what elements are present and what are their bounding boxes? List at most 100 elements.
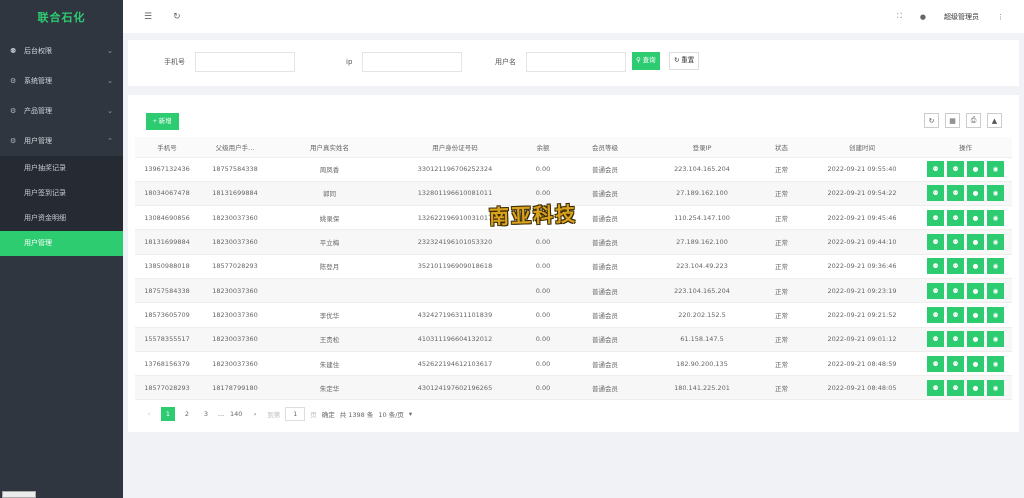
column-header[interactable]: 父级用户手... xyxy=(199,137,271,158)
table-row: 18757584338 18230037360 0.00 普通会员 223.104.16… xyxy=(135,278,1012,304)
column-header[interactable]: 会员等级 xyxy=(564,137,646,158)
dot-icon[interactable]: ● xyxy=(967,209,984,226)
column-header[interactable]: 状态 xyxy=(758,137,805,158)
more-icon[interactable]: ⋮ xyxy=(997,13,1004,21)
person-icon[interactable]: ⚉ xyxy=(947,258,964,275)
page-3[interactable]: 3 xyxy=(199,407,213,421)
sidebar-sub-item[interactable]: 用户抽奖记录 xyxy=(0,156,123,181)
dot-icon[interactable]: ● xyxy=(967,258,984,275)
search-icon: ⚲ xyxy=(636,57,641,64)
record-icon[interactable]: ◉ xyxy=(987,355,1004,372)
corner-widget xyxy=(2,491,36,498)
person-icon[interactable]: ⚉ xyxy=(927,209,944,226)
sidebar-group-2[interactable]: ⚙ 产品管理 ⌄ xyxy=(0,96,123,126)
next-page-button[interactable]: › xyxy=(248,407,262,421)
chevron-down-icon[interactable]: ▾ xyxy=(409,410,412,418)
record-icon[interactable]: ◉ xyxy=(987,234,1004,251)
sidebar-sub-item[interactable]: 用户资金明细 xyxy=(0,206,123,231)
username-input[interactable] xyxy=(526,52,626,72)
record-icon[interactable]: ◉ xyxy=(987,379,1004,396)
person-icon[interactable]: ⚉ xyxy=(927,234,944,251)
dot-icon[interactable]: ● xyxy=(967,379,984,396)
fullscreen-icon[interactable]: ⛶ xyxy=(897,12,902,21)
prev-page-button[interactable]: ‹ xyxy=(142,407,156,421)
column-header[interactable]: 创建时间 xyxy=(805,137,919,158)
export-icon[interactable]: ▲ xyxy=(987,113,1002,128)
record-icon[interactable]: ◉ xyxy=(987,209,1004,226)
person-icon[interactable]: ⚉ xyxy=(927,379,944,396)
person-icon[interactable]: ⚉ xyxy=(947,234,964,251)
table-cell: 正常 xyxy=(758,278,805,304)
phone-input[interactable] xyxy=(195,52,295,72)
column-header[interactable]: 用户身份证号码 xyxy=(388,137,522,158)
table-cell: 普通会员 xyxy=(564,351,646,377)
person-icon[interactable]: ⚉ xyxy=(927,282,944,299)
dot-icon[interactable]: ● xyxy=(967,161,984,178)
person-icon[interactable]: ⚉ xyxy=(927,185,944,202)
ip-field-group: ip xyxy=(346,52,463,72)
theme-icon[interactable]: ● xyxy=(920,13,926,21)
column-header[interactable]: 用户真实姓名 xyxy=(271,137,388,158)
menu-toggle-icon[interactable]: ☰ xyxy=(144,12,152,22)
table-cell: 18230037360 xyxy=(199,302,271,328)
person-icon[interactable]: ⚉ xyxy=(927,355,944,372)
record-icon[interactable]: ◉ xyxy=(987,306,1004,323)
user-name[interactable]: 超级管理员 xyxy=(944,12,979,22)
column-header[interactable]: 余额 xyxy=(522,137,564,158)
record-icon[interactable]: ◉ xyxy=(987,331,1004,348)
dot-icon[interactable]: ● xyxy=(967,282,984,299)
column-header[interactable]: 登录IP xyxy=(646,137,758,158)
record-icon[interactable]: ◉ xyxy=(987,258,1004,275)
sidebar-group-label: 用户管理 xyxy=(24,137,52,145)
sidebar-group-label: 系统管理 xyxy=(24,77,52,85)
person-icon[interactable]: ⚉ xyxy=(947,355,964,372)
print-icon[interactable]: ⎙ xyxy=(966,113,981,128)
column-header[interactable]: 手机号 xyxy=(135,137,199,158)
sidebar-sub-item[interactable]: 用户管理 xyxy=(0,231,123,256)
sidebar-group-0[interactable]: ⚉ 后台权限 ⌄ xyxy=(0,36,123,66)
page-last[interactable]: 140 xyxy=(229,407,243,421)
record-icon[interactable]: ◉ xyxy=(987,282,1004,299)
sidebar-group-3[interactable]: ⚙ 用户管理 ⌃ xyxy=(0,126,123,156)
goto-input[interactable]: 1 xyxy=(285,407,306,421)
sidebar-group-label: 后台权限 xyxy=(24,47,52,55)
table-cell: 18577028293 xyxy=(199,254,271,279)
reset-button[interactable]: ↻ 重置 xyxy=(669,52,700,70)
person-icon[interactable]: ⚉ xyxy=(927,258,944,275)
person-icon[interactable]: ⚉ xyxy=(947,379,964,396)
goto-confirm-button[interactable]: 确定 xyxy=(322,409,335,419)
column-header[interactable]: 操作 xyxy=(919,137,1012,158)
person-icon[interactable]: ⚉ xyxy=(927,331,944,348)
person-icon[interactable]: ⚉ xyxy=(927,161,944,178)
person-icon[interactable]: ⚉ xyxy=(927,306,944,323)
columns-icon[interactable]: ▦ xyxy=(945,113,960,128)
record-icon[interactable]: ◉ xyxy=(987,185,1004,202)
person-icon[interactable]: ⚉ xyxy=(947,306,964,323)
add-button[interactable]: + 新增 xyxy=(146,113,179,130)
person-icon[interactable]: ⚉ xyxy=(947,161,964,178)
person-icon[interactable]: ⚉ xyxy=(947,331,964,348)
record-icon[interactable]: ◉ xyxy=(987,161,1004,178)
gear-icon: ⚙ xyxy=(10,107,17,115)
dot-icon[interactable]: ● xyxy=(967,355,984,372)
sidebar-sub-item[interactable]: 用户签到记录 xyxy=(0,181,123,206)
refresh-icon[interactable]: ↻ xyxy=(173,12,181,22)
dot-icon[interactable]: ● xyxy=(967,234,984,251)
search-button[interactable]: ⚲ 查询 xyxy=(632,52,660,70)
topbar-right: ⛶ ● 超级管理员 ⋮ xyxy=(897,0,1004,33)
person-icon[interactable]: ⚉ xyxy=(947,185,964,202)
dot-icon[interactable]: ● xyxy=(967,331,984,348)
person-icon[interactable]: ⚉ xyxy=(947,209,964,226)
dot-icon[interactable]: ● xyxy=(967,185,984,202)
ip-input[interactable] xyxy=(362,52,463,72)
page-size-select[interactable]: 10 条/页 xyxy=(378,409,404,419)
page-2[interactable]: 2 xyxy=(180,407,194,421)
table-cell: 182.90.200.135 xyxy=(646,351,758,377)
sidebar-group-1[interactable]: ⚙ 系统管理 ⌄ xyxy=(0,66,123,96)
page-1[interactable]: 1 xyxy=(161,407,175,421)
dot-icon[interactable]: ● xyxy=(967,306,984,323)
table-cell: 352101196909018618 xyxy=(388,254,522,279)
refresh-table-icon[interactable]: ↻ xyxy=(924,113,939,128)
ops-cell: ⚉ ⚉ ● ◉ xyxy=(919,157,1012,182)
person-icon[interactable]: ⚉ xyxy=(947,282,964,299)
